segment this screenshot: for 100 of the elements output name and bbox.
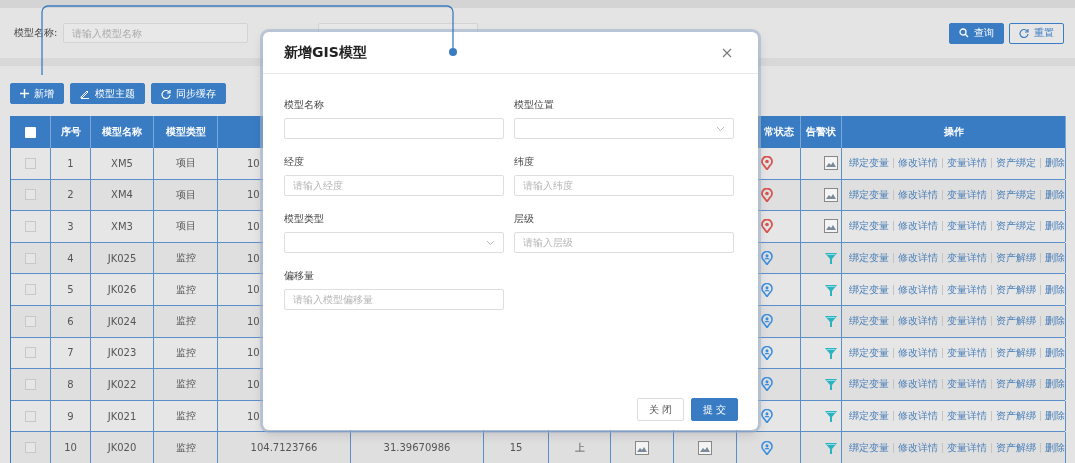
action-link[interactable]: 资产绑定: [996, 156, 1036, 171]
row-checkbox[interactable]: [25, 284, 36, 296]
search-icon: [959, 28, 969, 38]
column-header: 告警状: [806, 125, 836, 139]
action-link[interactable]: 变量详情: [947, 156, 987, 171]
action-link[interactable]: 删除: [1045, 314, 1065, 329]
action-link[interactable]: 修改详情: [898, 345, 938, 360]
input-field[interactable]: [284, 118, 504, 139]
action-link[interactable]: 删除: [1045, 440, 1065, 455]
select-all-checkbox[interactable]: [25, 126, 36, 138]
row-checkbox[interactable]: [25, 442, 36, 454]
action-link[interactable]: 修改详情: [898, 409, 938, 424]
action-link[interactable]: 变量详情: [947, 409, 987, 424]
action-link[interactable]: 修改详情: [898, 187, 938, 202]
action-link[interactable]: 资产解绑: [996, 282, 1036, 297]
table-cell: 2: [67, 189, 74, 201]
row-checkbox[interactable]: [25, 157, 36, 169]
table-cell: XM5: [111, 157, 133, 169]
action-link[interactable]: 修改详情: [898, 282, 938, 297]
action-link[interactable]: 变量详情: [947, 251, 987, 266]
action-link[interactable]: 删除: [1045, 377, 1065, 392]
action-link[interactable]: 删除: [1045, 345, 1065, 360]
column-header: 常状态: [764, 125, 794, 139]
action-link[interactable]: 资产解绑: [996, 251, 1036, 266]
input-field[interactable]: 请输入经度: [284, 175, 504, 196]
toolbar-button[interactable]: 新增: [10, 83, 64, 104]
select-field[interactable]: [514, 118, 734, 139]
action-link[interactable]: 修改详情: [898, 440, 938, 455]
table-cell: 3: [67, 221, 74, 232]
action-link[interactable]: 删除: [1045, 282, 1065, 297]
table-cell: 项目: [175, 156, 196, 171]
action-link[interactable]: 变量详情: [947, 377, 987, 392]
action-link[interactable]: 资产解绑: [996, 440, 1036, 455]
action-link[interactable]: 资产解绑: [996, 409, 1036, 424]
plus-icon: [20, 89, 29, 98]
search-button[interactable]: 查询: [949, 22, 1004, 44]
close-button[interactable]: 关 闭: [636, 398, 684, 421]
table-cell: 监控: [175, 251, 196, 266]
action-link[interactable]: 绑定变量: [849, 282, 889, 297]
table-cell: 10: [247, 221, 260, 232]
action-link[interactable]: 绑定变量: [849, 219, 889, 234]
toolbar-button[interactable]: 同步缓存: [151, 83, 226, 104]
action-link[interactable]: 变量详情: [947, 440, 987, 455]
action-link[interactable]: 修改详情: [898, 377, 938, 392]
close-icon[interactable]: [722, 47, 732, 58]
row-checkbox[interactable]: [25, 189, 36, 201]
action-link[interactable]: 绑定变量: [849, 187, 889, 202]
action-link[interactable]: 资产解绑: [996, 314, 1036, 329]
toolbar-button[interactable]: 模型主题: [70, 83, 145, 104]
action-link[interactable]: 资产解绑: [996, 377, 1036, 392]
pen-icon: [80, 88, 90, 99]
row-checkbox[interactable]: [25, 252, 36, 264]
action-link[interactable]: 删除: [1045, 251, 1065, 266]
column-header: 模型名称: [102, 125, 142, 139]
refresh-icon: [161, 88, 171, 99]
table-cell: 10: [247, 189, 260, 201]
action-link[interactable]: 修改详情: [898, 251, 938, 266]
action-link[interactable]: 删除: [1045, 187, 1065, 202]
action-link[interactable]: 绑定变量: [849, 251, 889, 266]
action-link[interactable]: 变量详情: [947, 345, 987, 360]
reset-button[interactable]: 重置: [1009, 22, 1064, 44]
chevron-down-icon: [486, 239, 495, 246]
table-cell: JK024: [107, 315, 137, 327]
action-link[interactable]: 变量详情: [947, 219, 987, 234]
input-field[interactable]: 请输入模型偏移量: [284, 289, 504, 310]
select-field[interactable]: [284, 232, 504, 253]
input-field[interactable]: 请输入层级: [514, 232, 734, 253]
action-link[interactable]: 绑定变量: [849, 409, 889, 424]
action-link[interactable]: 绑定变量: [849, 440, 889, 455]
action-link[interactable]: 删除: [1045, 409, 1065, 424]
action-link[interactable]: 绑定变量: [849, 314, 889, 329]
table-cell: 监控: [175, 282, 196, 297]
table-cell: XM3: [111, 221, 133, 232]
row-checkbox[interactable]: [25, 347, 36, 359]
action-link[interactable]: 变量详情: [947, 187, 987, 202]
table-cell: 15: [509, 442, 523, 454]
action-link[interactable]: 修改详情: [898, 156, 938, 171]
row-checkbox[interactable]: [25, 315, 36, 327]
table-cell: 上: [574, 440, 585, 455]
action-link[interactable]: 变量详情: [947, 282, 987, 297]
action-link[interactable]: 资产绑定: [996, 187, 1036, 202]
action-link[interactable]: 变量详情: [947, 314, 987, 329]
table-cell: 项目: [175, 187, 196, 202]
action-link[interactable]: 绑定变量: [849, 377, 889, 392]
action-link[interactable]: 绑定变量: [849, 156, 889, 171]
row-checkbox[interactable]: [25, 221, 36, 232]
action-link[interactable]: 绑定变量: [849, 345, 889, 360]
action-link[interactable]: 资产解绑: [996, 345, 1036, 360]
action-link[interactable]: 修改详情: [898, 219, 938, 234]
row-checkbox[interactable]: [25, 378, 36, 390]
action-link[interactable]: 删除: [1045, 156, 1065, 171]
row-checkbox[interactable]: [25, 410, 36, 422]
input-field[interactable]: 请输入纬度: [514, 175, 734, 196]
submit-button[interactable]: 提 交: [690, 398, 738, 421]
table-cell: JK025: [107, 252, 137, 264]
action-link[interactable]: 资产绑定: [996, 219, 1036, 234]
field-label: 模型类型: [284, 212, 325, 226]
table-cell: 10: [247, 284, 260, 296]
action-link[interactable]: 删除: [1045, 219, 1065, 234]
action-link[interactable]: 修改详情: [898, 314, 938, 329]
